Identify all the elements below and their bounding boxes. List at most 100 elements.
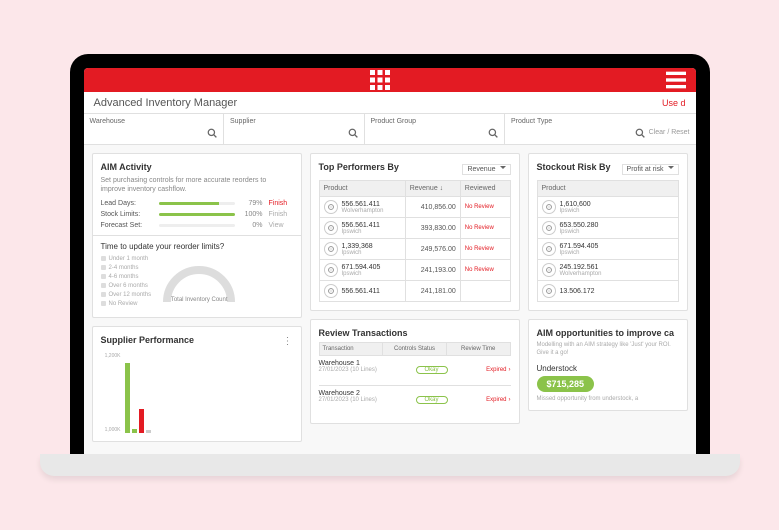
chevron-right-icon: › [509,397,511,403]
top-performers-card: Top Performers By Revenue ProductRevenue… [310,153,520,311]
col-header: Transaction [320,343,384,355]
table-row[interactable]: 556.561.411 241,181.00 [319,281,510,302]
topbar [84,68,696,92]
kebab-menu-icon[interactable]: ⋮ [283,340,293,344]
table-row[interactable]: 671.594.405Ipswich 241,193.00No Review [319,260,510,281]
progress-label: Lead Days: [101,200,153,207]
col-header: Controls Status [383,343,447,355]
clear-reset-link[interactable]: Clear / Reset [649,129,690,136]
product-icon [542,242,556,256]
progress-pct: 100% [241,211,263,218]
stockout-table: Product 1,610,600Ipswich653.550.280Ipswi… [537,180,679,302]
product-icon [542,263,556,277]
metric-value-pill: $715,285 [537,376,595,392]
product-icon [542,200,556,214]
product-icon [542,221,556,235]
chart-yaxis: 1,200K 1,000K [101,353,123,433]
progress-label: Stock Limits: [101,211,153,218]
product-icon [324,242,338,256]
left-column: AIM Activity Set purchasing controls for… [92,153,302,446]
card-subtitle: Set purchasing controls for more accurat… [101,176,293,194]
grid-icon[interactable] [370,70,390,90]
opportunities-card: AIM opportunities to improve ca Modellin… [528,319,688,411]
progress-bar [159,202,235,205]
dashboard: AIM Activity Set purchasing controls for… [84,145,696,454]
card-title: Stockout Risk By [537,162,611,172]
legend-item: Over 6 months [101,282,152,291]
top-performers-select[interactable]: Revenue [462,164,510,175]
review-status[interactable]: Expired › [486,367,510,373]
titlebar: Advanced Inventory Manager Use d [84,92,696,114]
divider [93,235,301,236]
progress-action[interactable]: Finish [269,211,293,218]
progress-pct: 79% [241,200,263,207]
metric-label: Understock [537,364,679,373]
product-group-input[interactable] [371,127,485,138]
card-title: AIM Activity [101,162,293,172]
right-column: Stockout Risk By Profit at risk Product … [528,153,688,446]
progress-row: Stock Limits: 100% Finish [101,211,293,218]
search-icon [635,128,645,138]
review-tx-header: Transaction Controls Status Review Time [319,342,511,356]
transaction-row[interactable]: Warehouse 227/01/2023 (10 Lines) Okay Ex… [319,386,511,415]
col-header: Product [537,181,678,197]
table-row[interactable]: 1,339,368Ipswich 249,576.00No Review [319,239,510,260]
transaction-row[interactable]: Warehouse 127/01/2023 (10 Lines) Okay Ex… [319,356,511,386]
filter-product-group[interactable]: Product Group [365,114,506,144]
legend-item: Over 12 months [101,291,152,300]
card-title: Review Transactions [319,328,511,338]
card-title: Supplier Performance [101,335,195,345]
product-icon [542,284,556,298]
progress-row: Lead Days: 79% Finish [101,200,293,207]
product-icon [324,221,338,235]
product-icon [324,263,338,277]
col-header[interactable]: Revenue ↓ [405,181,460,197]
card-title: AIM opportunities to improve ca [537,328,679,338]
supplier-chart: 1,200K 1,000K [101,353,293,433]
status-pill: Okay [416,366,448,374]
filter-bar: Warehouse Supplier Product Group [84,114,696,145]
reorder-heading: Time to update your reorder limits? [101,242,293,251]
table-row[interactable]: 13.506.172 [537,281,678,302]
search-icon [488,128,498,138]
progress-action[interactable]: Finish [269,200,293,207]
legend-item: No Review [101,300,152,309]
review-status[interactable]: Expired › [486,397,510,403]
table-row[interactable]: 245.192.561Wolverhampton [537,260,678,281]
progress-action[interactable]: View [269,222,293,229]
card-title: Top Performers By [319,162,399,172]
supplier-performance-card: Supplier Performance ⋮ 1,200K 1,000K [92,326,302,442]
inventory-gauge: Total Inventory Count [159,257,239,307]
table-row[interactable]: 556.561.411Wolverhampton 410,856.00No Re… [319,197,510,218]
titlebar-action[interactable]: Use d [662,98,686,108]
col-header[interactable]: Product [319,181,405,197]
reorder-legend: Under 1 month2-4 months4-6 monthsOver 6 … [101,255,152,309]
stockout-select[interactable]: Profit at risk [622,164,679,175]
filter-label: Supplier [230,118,358,125]
table-row[interactable]: 653.550.280Ipswich [537,218,678,239]
product-icon [324,200,338,214]
col-header: Review Time [447,343,510,355]
opportunities-footer: Missed opportunity from understock, a [537,396,679,402]
stockout-risk-card: Stockout Risk By Profit at risk Product … [528,153,688,311]
laptop-bezel: Advanced Inventory Manager Use d Warehou… [70,54,710,454]
warehouse-input[interactable] [90,127,204,138]
table-row[interactable]: 556.561.411Ipswich 393,830.00No Review [319,218,510,239]
chevron-right-icon: › [509,367,511,373]
table-row[interactable]: 671.594.405Ipswich [537,239,678,260]
menu-lines-icon[interactable] [666,70,686,90]
filter-label: Warehouse [90,118,218,125]
filter-product-type[interactable]: Product Type Clear / Reset [505,114,696,144]
gauge-label: Total Inventory Count [159,297,239,304]
table-row[interactable]: 1,610,600Ipswich [537,197,678,218]
col-header[interactable]: Reviewed [460,181,510,197]
progress-row: Forecast Set: 0% View [101,222,293,229]
filter-supplier[interactable]: Supplier [224,114,365,144]
filter-warehouse[interactable]: Warehouse [84,114,225,144]
product-type-input[interactable] [511,127,631,138]
app-screen: Advanced Inventory Manager Use d Warehou… [84,68,696,454]
filter-label: Product Group [371,118,499,125]
chart-bar [132,429,137,433]
supplier-input[interactable] [230,127,344,138]
top-performers-table: ProductRevenue ↓Reviewed 556.561.411Wolv… [319,180,511,302]
